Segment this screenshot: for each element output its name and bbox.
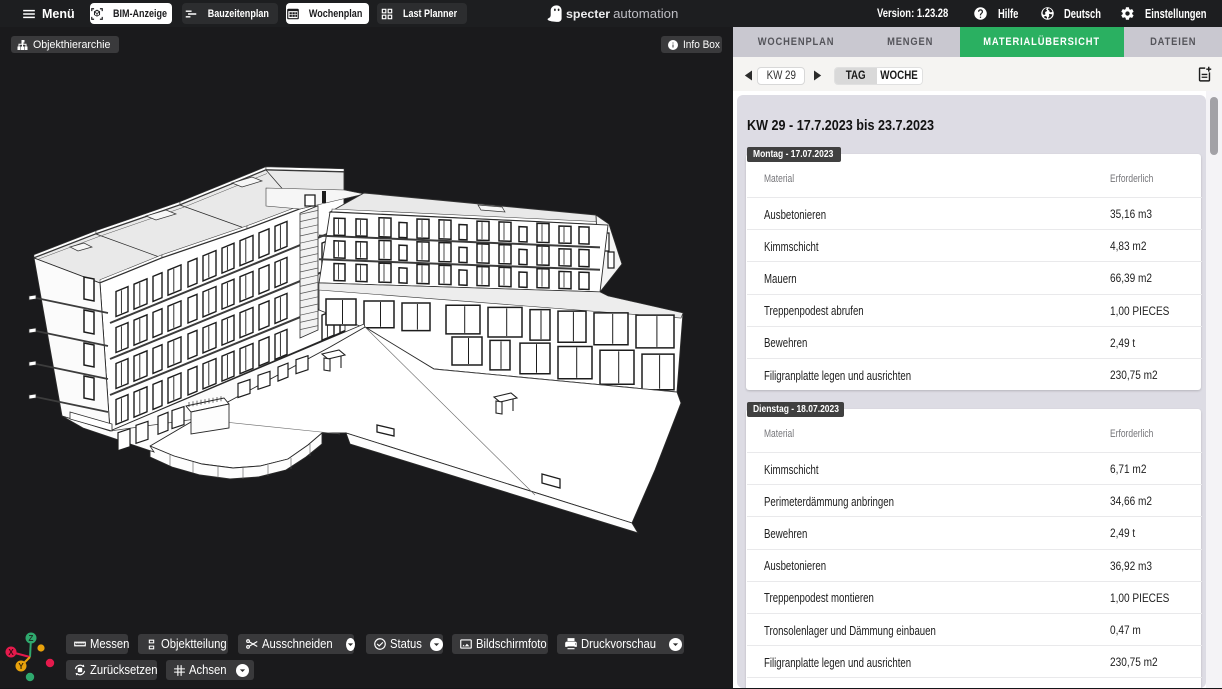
svg-text:Z: Z <box>29 634 34 643</box>
svg-text:X: X <box>8 648 14 657</box>
svg-text:Y: Y <box>18 662 24 671</box>
